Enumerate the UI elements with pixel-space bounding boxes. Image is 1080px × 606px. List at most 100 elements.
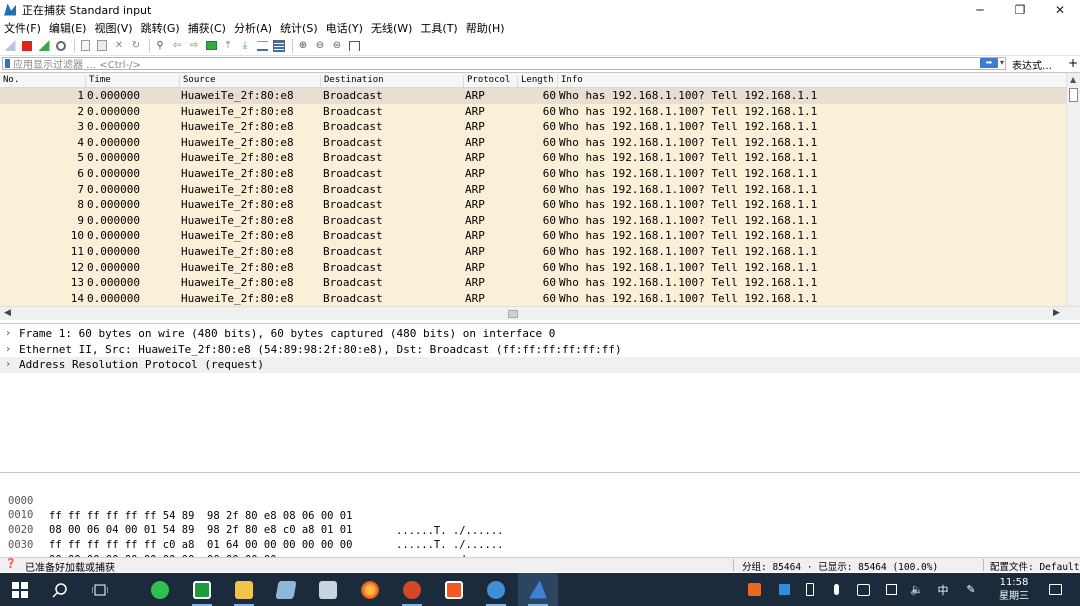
open-file-icon[interactable]: [78, 39, 92, 53]
table-row[interactable]: 10 0.000000 HuaweiTe_2f:80:e8 Broadcast ARP 6…: [0, 228, 1066, 244]
table-row[interactable]: 7 0.000000 HuaweiTe_2f:80:e8 Broadcast ARP 60…: [0, 181, 1066, 198]
close-button[interactable]: ✕: [1040, 0, 1080, 19]
save-file-icon[interactable]: [95, 39, 109, 53]
start-button[interactable]: [0, 573, 40, 606]
filter-history-chevron-icon[interactable]: ▾: [1000, 58, 1004, 67]
reload-icon[interactable]: ↻: [129, 39, 143, 53]
table-row[interactable]: 4 0.000000 HuaweiTe_2f:80:e8 Broadcast ARP 60…: [0, 134, 1066, 151]
ime-icon[interactable]: 中: [932, 573, 954, 606]
table-row[interactable]: 3 0.000000 HuaweiTe_2f:80:e8 Broadcast ARP 60…: [0, 119, 1066, 135]
network-app[interactable]: [476, 573, 516, 606]
expand-chevron-icon[interactable]: ›: [5, 357, 11, 373]
table-row[interactable]: 11 0.000000 HuaweiTe_2f:80:e8 Broadcast ARP 6…: [0, 244, 1066, 260]
search-button[interactable]: [40, 573, 80, 606]
packet-list-horizontal-scrollbar[interactable]: ◀ ▶: [0, 306, 1080, 320]
tray-app-icon[interactable]: [744, 573, 764, 606]
zoom-reset-icon[interactable]: ⊜: [330, 39, 344, 53]
notes-app[interactable]: [266, 573, 306, 606]
table-row[interactable]: 9 0.000000 HuaweiTe_2f:80:e8 Broadcast ARP 60…: [0, 212, 1066, 229]
first-packet-icon[interactable]: ⤒: [221, 39, 235, 53]
column-header-protocol[interactable]: Protocol: [463, 75, 510, 87]
display-filter-input[interactable]: 应用显示过滤器 … <Ctrl-/>: [2, 57, 1006, 71]
tray-microphone-icon[interactable]: [826, 573, 846, 606]
taskbar-clock[interactable]: 11:58 星期三: [994, 576, 1034, 604]
go-to-packet-icon[interactable]: [204, 39, 218, 53]
notification-center-icon[interactable]: [1042, 573, 1068, 606]
table-row[interactable]: 2 0.000000 HuaweiTe_2f:80:e8 Broadcast ARP 60…: [0, 103, 1066, 120]
column-header-no[interactable]: No.: [0, 75, 19, 87]
last-packet-icon[interactable]: ⤓: [238, 39, 252, 53]
file-explorer-app[interactable]: [224, 573, 264, 606]
detail-row-frame[interactable]: › Frame 1: 60 bytes on wire (480 bits), …: [0, 326, 1080, 342]
tray-device-icon[interactable]: [800, 573, 820, 606]
scroll-left-icon[interactable]: ◀: [4, 308, 11, 318]
go-forward-icon[interactable]: ⇨: [187, 39, 201, 53]
menu-file[interactable]: 文件(F): [4, 20, 41, 36]
close-file-icon[interactable]: ✕: [112, 39, 126, 53]
tray-blue-icon[interactable]: [774, 573, 794, 606]
scroll-up-icon[interactable]: ▲: [1070, 75, 1076, 84]
camtasia-app[interactable]: [182, 573, 222, 606]
expand-chevron-icon[interactable]: ›: [5, 342, 11, 358]
menu-wireless[interactable]: 无线(W): [371, 20, 412, 36]
task-view-button[interactable]: [80, 573, 120, 606]
wireshark-app[interactable]: [518, 573, 558, 606]
capture-options-icon[interactable]: [54, 39, 68, 53]
bytes-row[interactable]: 0030 00 00 00 00 00 00 00 00 00 00 00 00…: [0, 523, 478, 581]
table-row[interactable]: 12 0.000000 HuaweiTe_2f:80:e8 Broadcast ARP 6…: [0, 259, 1066, 276]
wechat-app[interactable]: [140, 573, 180, 606]
shark-fin-start-icon[interactable]: [3, 39, 17, 53]
apply-filter-icon[interactable]: ➡: [980, 58, 998, 68]
mail-app[interactable]: [308, 573, 348, 606]
table-row[interactable]: 13 0.000000 HuaweiTe_2f:80:e8 Broadcast ARP 6…: [0, 275, 1066, 291]
menu-statistics[interactable]: 统计(S): [280, 20, 318, 36]
menu-go[interactable]: 跳转(G): [141, 20, 180, 36]
stop-capture-icon[interactable]: [20, 39, 34, 53]
go-back-icon[interactable]: ⇦: [170, 39, 184, 53]
expert-info-icon[interactable]: ❓: [5, 559, 16, 569]
expand-chevron-icon[interactable]: ›: [5, 326, 11, 342]
zoom-in-icon[interactable]: ⊕: [296, 39, 310, 53]
zoom-out-icon[interactable]: ⊖: [313, 39, 327, 53]
packet-list-vertical-scrollbar[interactable]: ▲: [1066, 73, 1080, 306]
detail-row-ethernet[interactable]: › Ethernet II, Src: HuaweiTe_2f:80:e8 (5…: [0, 342, 1080, 358]
volume-icon[interactable]: 🔈: [906, 573, 928, 606]
find-packet-icon[interactable]: ⚲: [153, 39, 167, 53]
table-row[interactable]: 5 0.000000 HuaweiTe_2f:80:e8 Broadcast ARP 60…: [0, 150, 1066, 166]
bytes-row[interactable]: 0010 08 00 06 04 00 01 54 89 98 2f 80 e8…: [0, 493, 503, 551]
menu-edit[interactable]: 编辑(E): [49, 20, 87, 36]
bookmark-icon[interactable]: [5, 59, 10, 68]
powerpoint-app[interactable]: [392, 573, 432, 606]
expression-button[interactable]: 表达式…: [1012, 57, 1052, 72]
column-header-destination[interactable]: Destination: [320, 75, 384, 87]
restart-capture-icon[interactable]: [37, 39, 51, 53]
scroll-right-icon[interactable]: ▶: [1053, 308, 1060, 318]
ppt-tool-app[interactable]: [434, 573, 474, 606]
colorize-icon[interactable]: [272, 39, 286, 53]
tray-photos-icon[interactable]: [852, 573, 874, 606]
autoscroll-icon[interactable]: [255, 39, 269, 53]
detail-row-arp[interactable]: › Address Resolution Protocol (request): [0, 357, 1080, 373]
table-row[interactable]: 6 0.000000 HuaweiTe_2f:80:e8 Broadcast ARP 60…: [0, 166, 1066, 182]
restore-button[interactable]: ❐: [1000, 0, 1040, 19]
menu-tools[interactable]: 工具(T): [420, 20, 457, 36]
column-header-source[interactable]: Source: [179, 75, 216, 87]
menu-capture[interactable]: 捕获(C): [188, 20, 226, 36]
column-header-length[interactable]: Length: [517, 75, 554, 87]
menu-analyze[interactable]: 分析(A): [234, 20, 272, 36]
menu-help[interactable]: 帮助(H): [466, 20, 505, 36]
tray-window-icon[interactable]: [880, 573, 902, 606]
bytes-row[interactable]: 0000 ff ff ff ff ff ff 54 89 98 2f 80 e8…: [0, 479, 503, 537]
menu-view[interactable]: 视图(V): [94, 20, 132, 36]
menu-telephony[interactable]: 电话(Y): [326, 20, 363, 36]
table-row[interactable]: 14 0.000000 HuaweiTe_2f:80:e8 Broadcast ARP 6…: [0, 290, 1066, 306]
add-filter-button[interactable]: +: [1068, 56, 1078, 70]
pen-icon[interactable]: ✎: [958, 573, 984, 606]
profile-label[interactable]: 配置文件: Default: [990, 559, 1079, 573]
bytes-row[interactable]: 0020 ff ff ff ff ff ff c0 a8 01 64 00 00…: [0, 508, 503, 566]
horizontal-scroll-thumb[interactable]: [508, 310, 518, 318]
column-header-info[interactable]: Info: [557, 75, 583, 87]
column-header-time[interactable]: Time: [85, 75, 111, 87]
table-row[interactable]: 8 0.000000 HuaweiTe_2f:80:e8 Broadcast ARP 60…: [0, 197, 1066, 213]
resize-columns-icon[interactable]: [347, 39, 361, 53]
